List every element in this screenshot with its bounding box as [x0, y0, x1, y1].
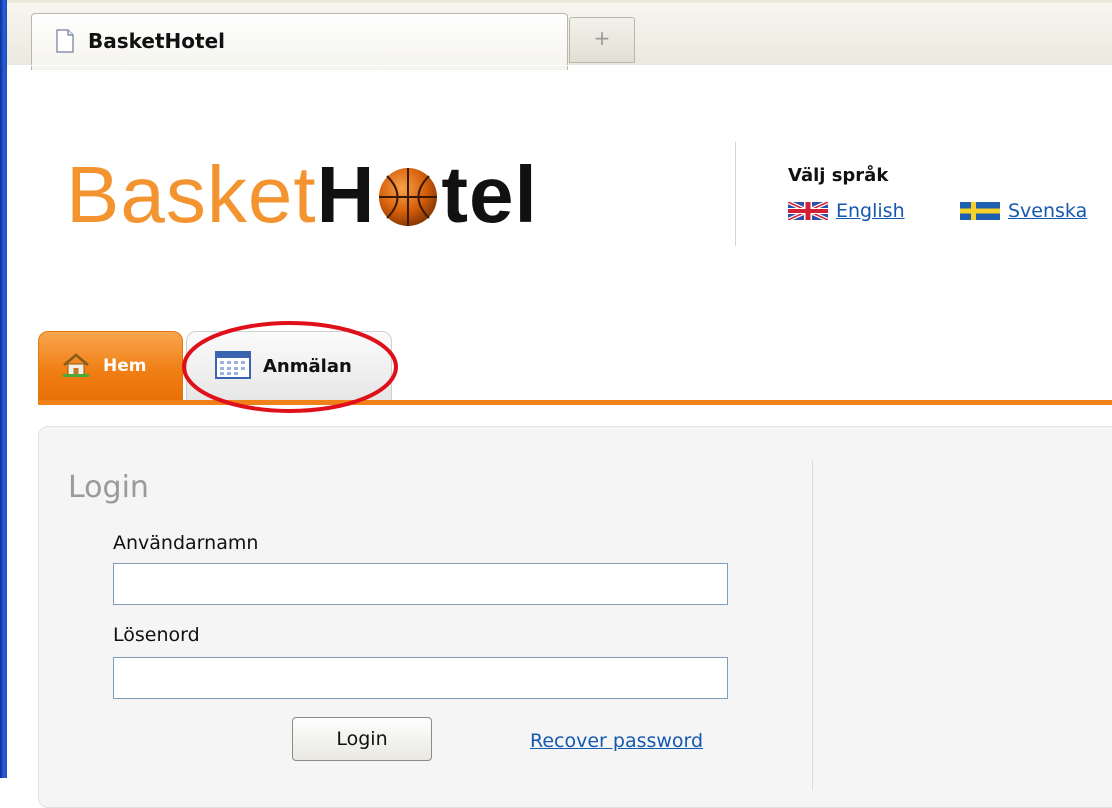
language-english-label: English: [836, 200, 905, 222]
tab-hem-label: Hem: [103, 356, 147, 376]
basketball-icon: [379, 168, 438, 226]
password-label: Lösenord: [113, 624, 200, 646]
tab-hem[interactable]: Hem: [38, 331, 183, 403]
login-button[interactable]: Login: [292, 717, 432, 761]
window-frame-left: [0, 0, 7, 778]
uk-flag-icon: [788, 202, 828, 220]
username-label: Användarnamn: [113, 532, 259, 554]
panel-divider: [812, 460, 813, 790]
header-divider: [735, 142, 736, 246]
password-input[interactable]: [113, 657, 728, 699]
browser-tab-baskethotel[interactable]: BasketHotel: [31, 13, 568, 70]
highlight-ellipse-annotation: [182, 321, 398, 413]
sweden-flag-icon: [960, 202, 1000, 220]
language-swedish-link[interactable]: Svenska: [960, 200, 1087, 222]
login-title: Login: [68, 470, 149, 505]
recover-password-link[interactable]: Recover password: [530, 730, 703, 752]
tab-strip-edge: [7, 65, 1112, 66]
language-english-link[interactable]: English: [788, 200, 905, 222]
baskethotel-logo[interactable]: BasketH tel: [66, 145, 538, 245]
language-swedish-label: Svenska: [1008, 200, 1088, 222]
logo-text-basket: Basket: [66, 150, 317, 239]
browser-tab-title: BasketHotel: [88, 29, 225, 53]
new-tab-button[interactable]: +: [569, 17, 635, 63]
house-icon: [63, 353, 89, 377]
browser-tab-strip: BasketHotel +: [7, 3, 1112, 70]
username-input[interactable]: [113, 563, 728, 605]
page-icon: [56, 29, 74, 53]
logo-text-tel: tel: [441, 150, 538, 239]
logo-text-h: H: [316, 150, 376, 239]
language-title: Välj språk: [788, 165, 889, 186]
